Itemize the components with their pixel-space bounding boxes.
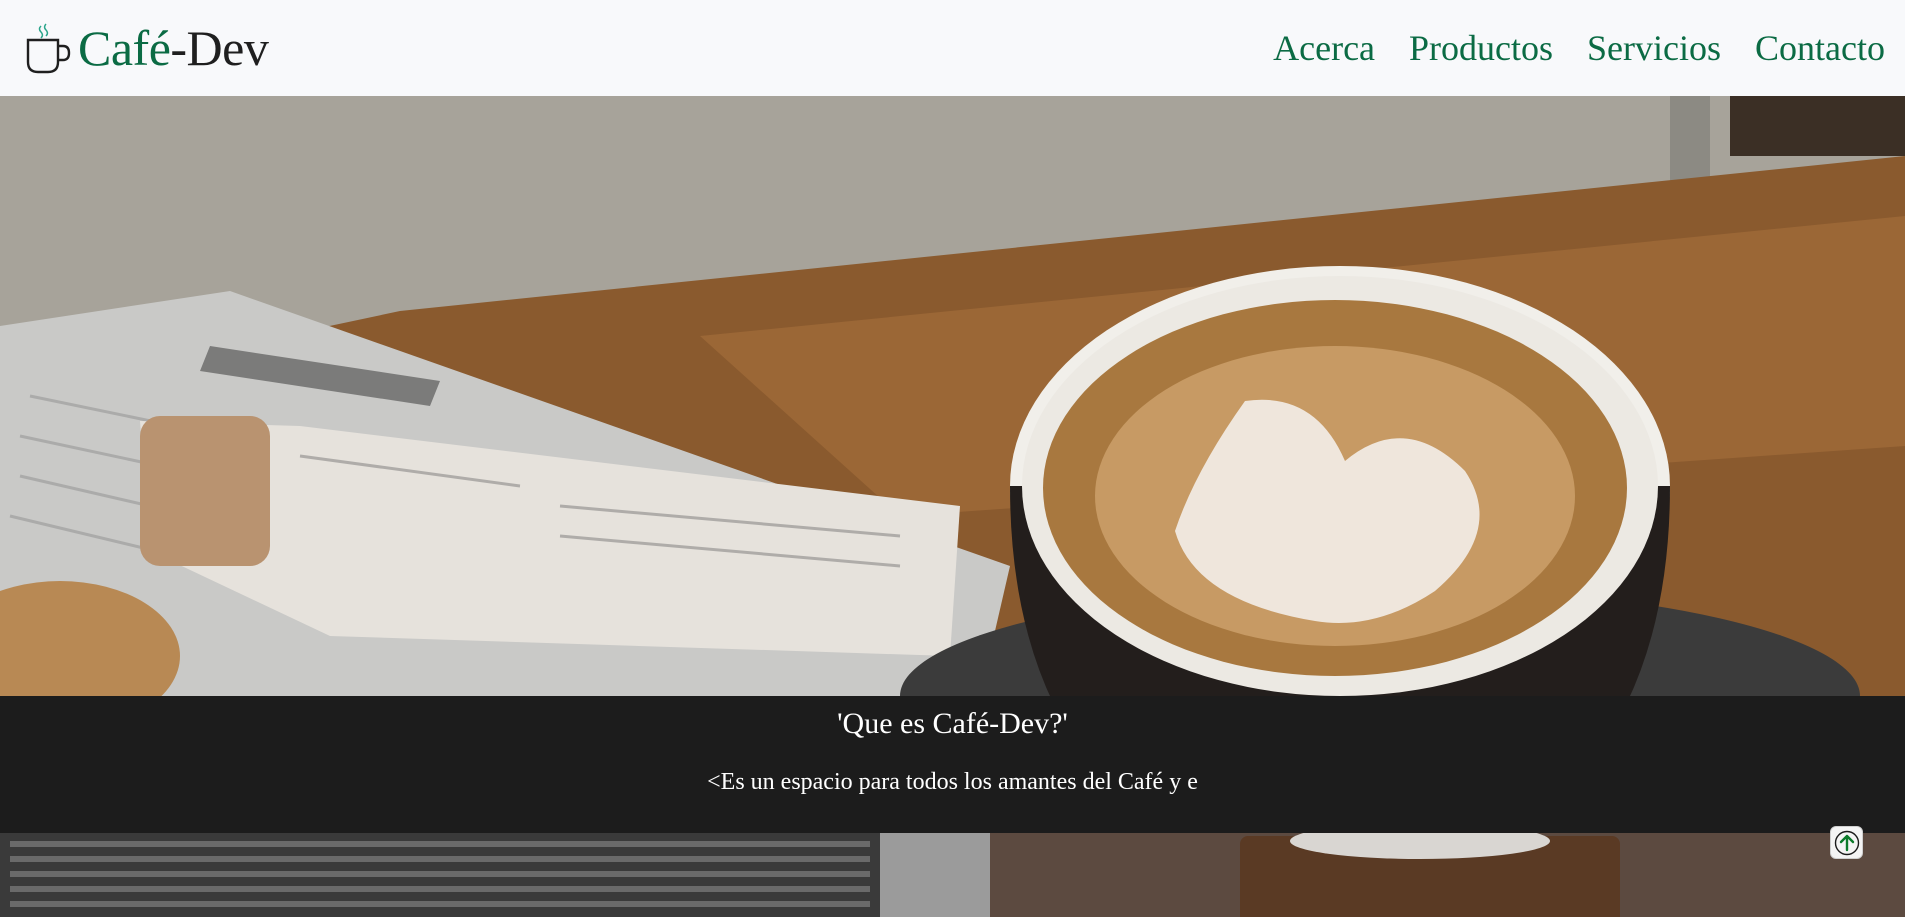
arrow-up-icon [1834, 830, 1859, 855]
coffee-cup-icon [26, 23, 71, 74]
about-text: <Es un espacio para todos los amantes de… [707, 769, 1198, 795]
nav-link-acerca[interactable]: Acerca [1273, 27, 1375, 69]
about-title: 'Que es Café-Dev?' [837, 707, 1068, 740]
nav-links: Acerca Productos Servicios Contacto [1273, 27, 1885, 69]
navbar: Café-Dev Acerca Productos Servicios Cont… [0, 0, 1905, 96]
brand-name-part1: Café [78, 20, 171, 76]
brand-name-part2: -Dev [170, 20, 269, 76]
nav-link-servicios[interactable]: Servicios [1587, 27, 1721, 69]
nav-link-contacto[interactable]: Contacto [1755, 27, 1885, 69]
about-section: 'Que es Café-Dev?' <Es un espacio para t… [0, 696, 1905, 833]
scroll-to-top-button[interactable] [1830, 826, 1863, 859]
brand-logo-link[interactable]: Café-Dev [24, 20, 269, 76]
brand-name: Café-Dev [78, 20, 269, 76]
nav-link-productos[interactable]: Productos [1409, 27, 1553, 69]
